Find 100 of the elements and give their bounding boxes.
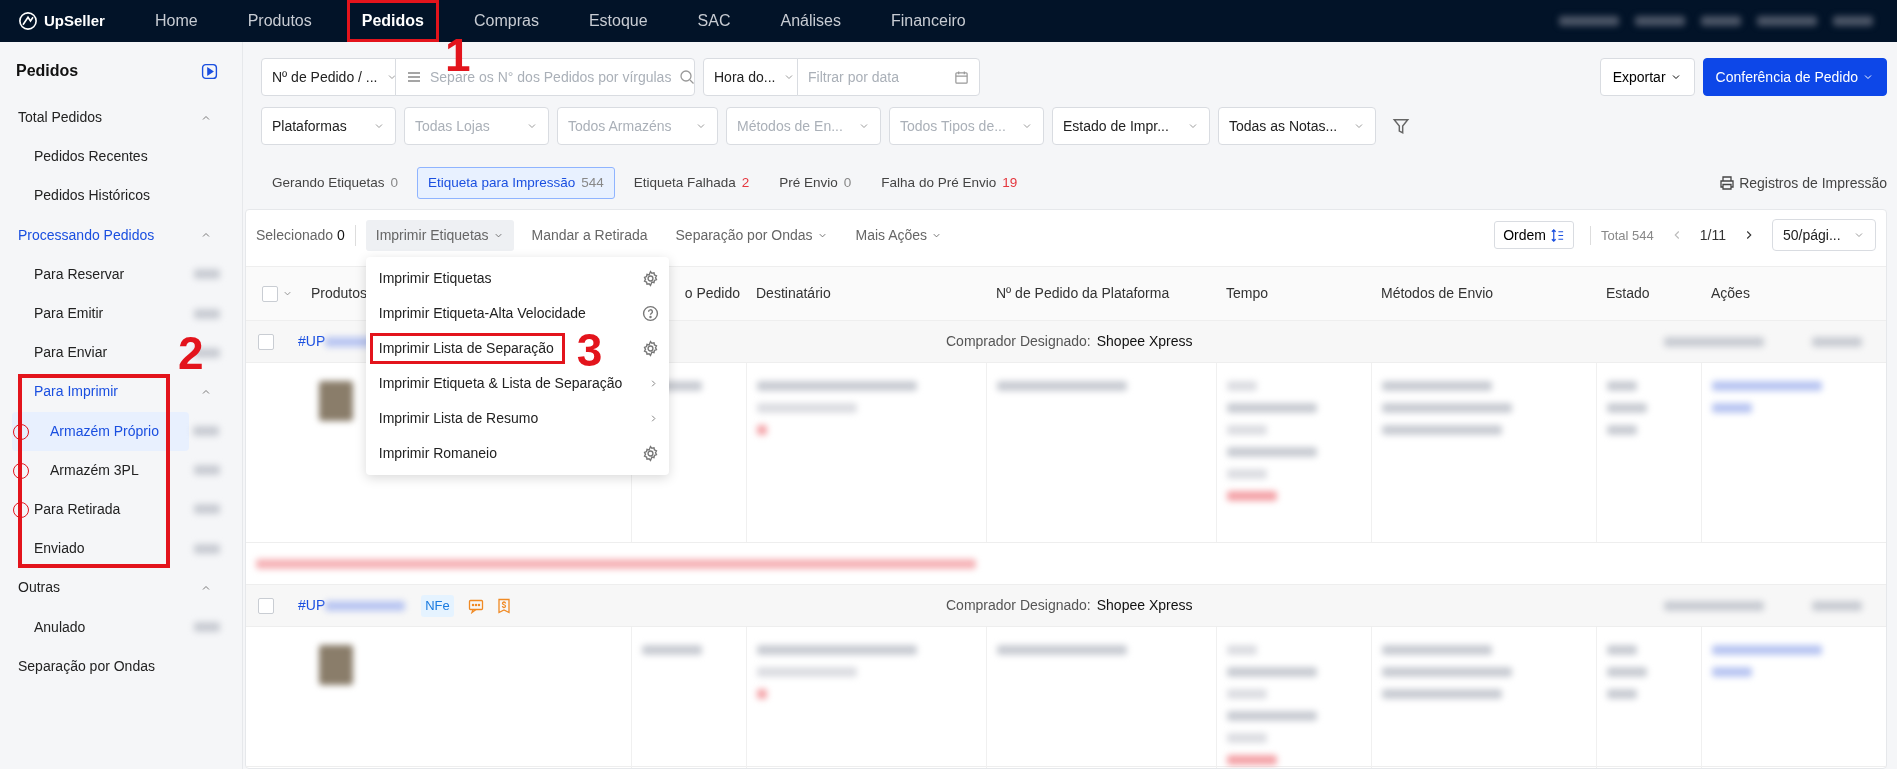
sidebar-title: Pedidos xyxy=(16,61,79,81)
blurred-text xyxy=(642,645,702,656)
sidebar-item[interactable]: Para Emitir xyxy=(34,303,104,325)
nav-link[interactable]: Produtos xyxy=(232,0,327,42)
blurred-text xyxy=(1227,689,1267,700)
nav-link[interactable]: SAC xyxy=(682,0,746,42)
sidebar-item[interactable]: Para Reservar xyxy=(34,263,125,285)
sidebar-item[interactable]: Pedidos Recentes xyxy=(34,146,148,168)
total-count: Total 544 xyxy=(1590,225,1654,245)
blurred-text xyxy=(1812,600,1862,611)
nav-link[interactable]: Pedidos xyxy=(346,0,439,42)
calendar-icon xyxy=(954,69,969,85)
select-field[interactable]: Nº de Pedido / ... xyxy=(261,58,396,96)
logo-icon xyxy=(18,11,38,31)
settings-icon[interactable] xyxy=(641,444,659,462)
carrier-label: Comprador Designado: xyxy=(946,332,1091,352)
annotation-number: 2 xyxy=(178,330,204,377)
nav-link[interactable]: Financeiro xyxy=(876,0,981,42)
select-field[interactable]: Todas as Notas... xyxy=(1218,107,1376,145)
status-tab[interactable]: Etiqueta Falhada 2 xyxy=(622,167,761,200)
column-header: Produtos xyxy=(311,285,368,302)
carrier-name: Shopee Xpress xyxy=(1096,596,1193,616)
status-tab[interactable]: Gerando Etiquetas 0 xyxy=(261,167,410,200)
blurred-text xyxy=(1607,425,1637,436)
list-icon xyxy=(406,69,422,85)
column-header: Métodos de Envio xyxy=(1381,285,1494,302)
status-tab[interactable]: Pré Envio 0 xyxy=(768,167,863,200)
column-header: Estado xyxy=(1606,285,1650,302)
blurred-text xyxy=(1227,733,1267,744)
blurred-text xyxy=(1712,667,1752,678)
page-size-select[interactable]: 50/pági... xyxy=(1772,219,1876,252)
sort-button[interactable]: Ordem xyxy=(1494,221,1574,250)
blurred-text xyxy=(1812,336,1862,347)
sidebar-item[interactable]: Anulado xyxy=(34,616,86,638)
nav-link[interactable]: Análises xyxy=(765,0,856,42)
sidebar-item[interactable]: Armazém 3PL xyxy=(50,459,139,481)
printer-icon xyxy=(1719,175,1736,192)
status-tab[interactable]: Etiqueta para Impressão 544 xyxy=(417,167,615,200)
menu-item[interactable]: Imprimir Lista de Separação xyxy=(369,332,565,364)
toolbar-action[interactable]: Separação por Ondas xyxy=(665,219,838,251)
column-header: Ações xyxy=(1711,285,1750,302)
sidebar-item[interactable]: Pedidos Históricos xyxy=(34,185,150,207)
order-number-link[interactable]: #UP xyxy=(298,595,326,617)
sidebar-item[interactable]: Separação por Ondas xyxy=(18,655,155,677)
chat-icon xyxy=(467,597,484,614)
nav-link[interactable]: Home xyxy=(140,0,213,42)
menu-item[interactable]: Imprimir Romaneio xyxy=(369,437,508,469)
select-field[interactable]: Estado de Impr... xyxy=(1052,107,1210,145)
toolbar-action[interactable]: Mandar a Retirada xyxy=(521,219,658,251)
carrier-name: Shopee Xpress xyxy=(1096,332,1193,352)
blurred-text xyxy=(1607,667,1647,678)
status-tab[interactable]: Falha do Pré Envio 19 xyxy=(870,167,1029,200)
select-field[interactable]: Hora do... xyxy=(703,58,798,96)
sidebar-item[interactable]: Total Pedidos xyxy=(18,107,103,129)
help-icon[interactable] xyxy=(641,304,659,322)
row-checkbox[interactable] xyxy=(258,597,274,614)
blurred-account-info xyxy=(1833,16,1873,26)
order-number-link[interactable]: #UP xyxy=(298,331,326,353)
sidebar-item[interactable]: Para Retirada xyxy=(34,498,121,520)
blurred-text xyxy=(757,689,767,700)
sort-icon xyxy=(1550,227,1565,243)
select-all-checkbox[interactable] xyxy=(262,285,278,302)
menu-item[interactable]: Imprimir Lista de Resumo xyxy=(369,402,550,434)
settings-icon[interactable] xyxy=(641,339,659,357)
blurred-text xyxy=(1227,425,1267,436)
receipt-icon xyxy=(495,597,512,614)
export-button[interactable]: Exportar xyxy=(1599,58,1695,96)
row-checkbox[interactable] xyxy=(258,333,274,350)
blurred-text xyxy=(1607,689,1637,700)
play-icon[interactable] xyxy=(201,62,218,80)
settings-icon[interactable] xyxy=(641,269,659,287)
blurred-text xyxy=(1607,381,1637,392)
select-field[interactable]: Plataformas xyxy=(261,107,396,145)
blurred-text xyxy=(1227,645,1257,656)
blurred-text xyxy=(1607,403,1647,414)
toolbar-action[interactable]: Mais Ações xyxy=(845,219,953,251)
sidebar-item[interactable]: Para Imprimir xyxy=(34,381,118,403)
print-records-link[interactable]: Registros de Impressão xyxy=(1719,172,1887,194)
search-icon xyxy=(679,69,696,85)
blurred-account-info xyxy=(1635,16,1685,26)
column-header: Tempo xyxy=(1226,285,1269,302)
nav-link[interactable]: Estoque xyxy=(573,0,663,42)
menu-item[interactable]: Imprimir Etiquetas xyxy=(369,262,503,294)
blurred-product-thumbnail xyxy=(319,645,353,686)
carrier-label: Comprador Designado: xyxy=(946,596,1091,616)
toolbar-action[interactable]: Imprimir Etiquetas xyxy=(365,219,514,251)
nfe-tag: NFe xyxy=(421,595,454,617)
blurred-text xyxy=(1227,755,1277,766)
sidebar-item[interactable]: Para Enviar xyxy=(34,342,108,364)
blurred-text xyxy=(757,425,767,436)
blurred-text xyxy=(1712,403,1752,414)
sidebar-item[interactable]: Processando Pedidos xyxy=(18,224,155,246)
order-check-button[interactable]: Conferência de Pedido xyxy=(1702,58,1887,96)
sidebar-item[interactable]: Outras xyxy=(18,577,60,599)
column-header: Destinatário xyxy=(756,285,831,302)
sidebar-item[interactable]: Enviado xyxy=(34,538,85,560)
menu-item[interactable]: Imprimir Etiqueta-Alta Velocidade xyxy=(369,297,597,329)
blurred-account-info xyxy=(1701,16,1741,26)
selected-count-label: Selecionado 0 xyxy=(256,224,356,246)
filter-icon[interactable] xyxy=(1392,117,1410,135)
